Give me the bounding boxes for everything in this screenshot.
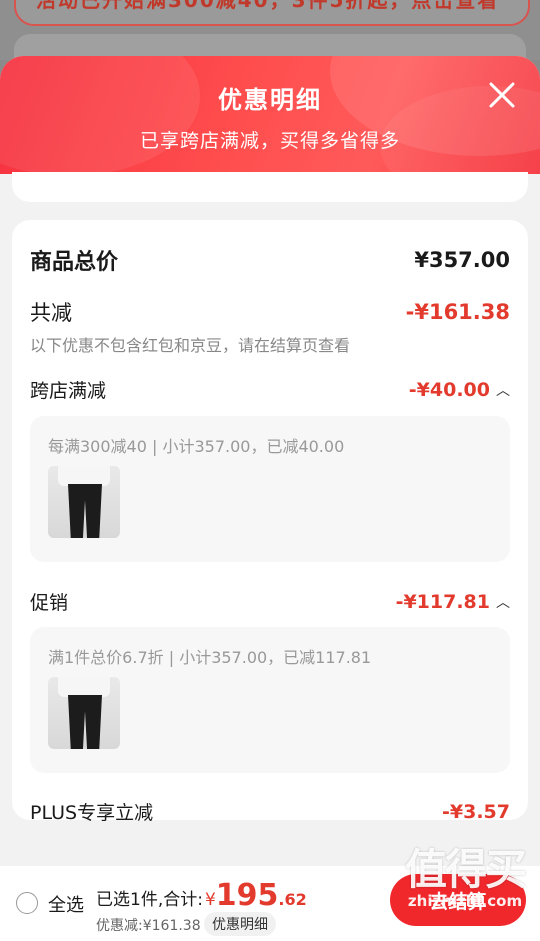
sheet-subtitle: 已享跨店满减，买得多省得多 [139, 130, 400, 152]
select-all-label[interactable]: 全选 [48, 891, 84, 917]
cross-store-detail-text: 每满300减40 | 小计357.00，已减40.00 [48, 437, 345, 456]
watermark: 值得买 zhizhizhi.com [400, 845, 530, 911]
plus-discount-row: PLUS专享立减 -¥3.57 [30, 798, 510, 825]
currency-symbol: ¥ [204, 890, 216, 910]
promotion-row[interactable]: 促销 -¥117.81 ︿ [30, 588, 510, 615]
promotion-detail-box: 满1件总价6.7折 | 小计357.00，已减117.81 [30, 627, 510, 773]
total-discount-row: 共减 -¥161.38 [30, 297, 510, 327]
promotion-amount: -¥117.81 ︿ [395, 590, 510, 613]
total-amount-integer: 195 [215, 878, 279, 913]
cross-store-amount: -¥40.00 ︿ [408, 378, 510, 401]
watermark-logo: 值得买 [404, 845, 527, 894]
previous-card-edge [12, 172, 528, 202]
cross-store-label: 跨店满减 [30, 380, 107, 402]
total-price-value: ¥357.00 [414, 248, 510, 272]
promotion-detail-text: 满1件总价6.7折 | 小计357.00，已减117.81 [48, 648, 372, 667]
plus-discount-label: PLUS专享立减 [30, 802, 154, 824]
total-price-label: 商品总价 [30, 250, 119, 275]
discount-detail-button[interactable]: 优惠明细 [204, 912, 276, 936]
discount-card: 商品总价 ¥357.00 共减 -¥161.38 以下优惠不包含红包和京豆，请在… [12, 220, 528, 824]
selected-total: 已选1件,合计: ¥ 195 .62 [96, 881, 307, 911]
background-banner-text: 活动已开始满300减40，3件5折起，点击查看 [36, 0, 500, 12]
plus-discount-amount: -¥3.57 [442, 800, 510, 823]
total-price-row: 商品总价 ¥357.00 [30, 244, 510, 276]
sheet-header: 优惠明细 已享跨店满减，买得多省得多 [0, 56, 540, 174]
chevron-up-icon[interactable]: ︿ [496, 592, 510, 612]
cross-store-row[interactable]: 跨店满减 -¥40.00 ︿ [30, 376, 510, 403]
product-thumbnail[interactable] [48, 466, 120, 538]
background-promo-banner: 活动已开始满300减40，3件5折起，点击查看 [14, 0, 530, 26]
select-all-radio[interactable] [16, 892, 38, 914]
close-icon[interactable] [487, 80, 517, 110]
total-discount-value: -¥161.38 [405, 300, 510, 324]
watermark-url: zhizhizhi.com [407, 892, 523, 910]
discount-note: 以下优惠不包含红包和京豆，请在结算页查看 [30, 336, 351, 355]
product-thumbnail[interactable] [48, 677, 120, 749]
total-discount-label: 共减 [30, 301, 72, 325]
total-amount-decimal: .62 [278, 890, 307, 909]
background-page: 活动已开始满300减40，3件5折起，点击查看 [0, 0, 540, 74]
discount-detail-sheet: 优惠明细 已享跨店满减，买得多省得多 商品总价 ¥357.00 共减 -¥161… [0, 56, 540, 941]
cross-store-detail-box: 每满300减40 | 小计357.00，已减40.00 [30, 416, 510, 562]
sheet-title: 优惠明细 [218, 86, 322, 114]
selected-count-text: 已选1件,合计: [96, 890, 203, 910]
chevron-up-icon[interactable]: ︿ [496, 380, 510, 400]
saved-amount-text: 优惠减:¥161.38 [96, 918, 201, 934]
promotion-label: 促销 [30, 592, 69, 614]
